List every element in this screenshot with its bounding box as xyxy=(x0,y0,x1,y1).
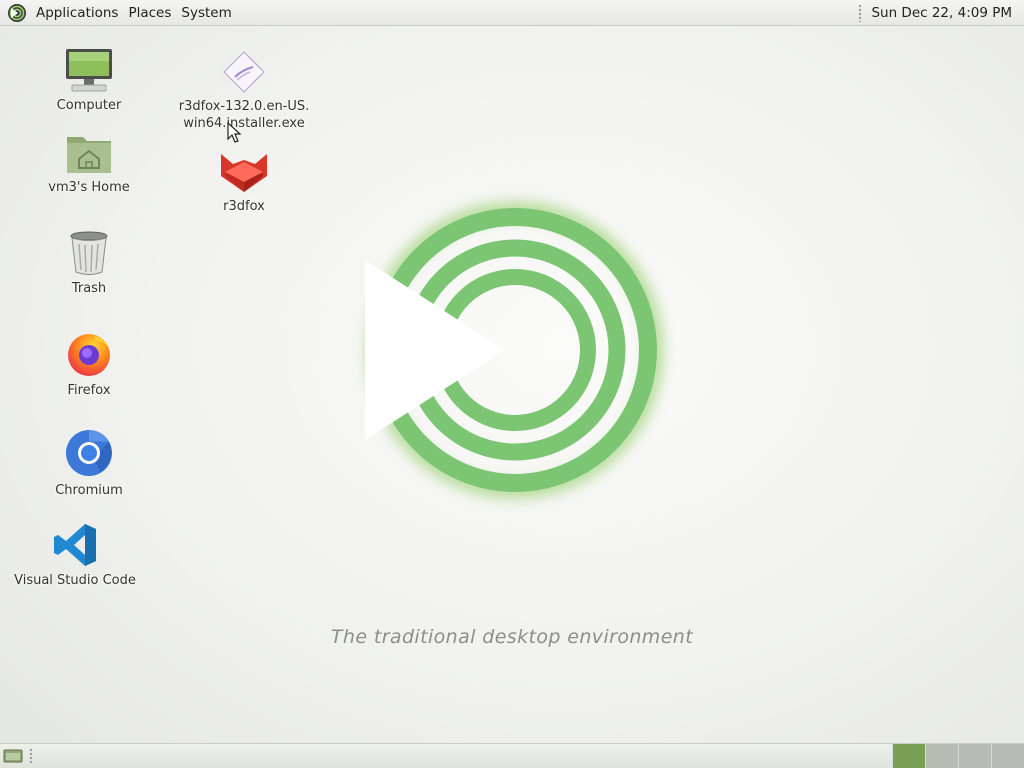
mate-desktop-logo xyxy=(365,202,663,498)
system-menu[interactable]: System xyxy=(176,0,236,26)
clock[interactable]: Sun Dec 22, 4:09 PM xyxy=(871,5,1012,21)
home-folder-icon xyxy=(67,137,111,173)
trash-icon xyxy=(70,231,108,275)
top-panel: Applications Places System Sun Dec 22, 4… xyxy=(0,0,1024,26)
desktop-tagline: The traditional desktop environment xyxy=(330,626,694,648)
desktop-icon-trash[interactable]: Trash xyxy=(19,230,159,297)
desktop-icon-label: r3dfox-132.0.en-US.win64.installer.exe xyxy=(178,99,310,131)
panel-grip-handle[interactable] xyxy=(28,748,34,764)
places-menu[interactable]: Places xyxy=(123,0,176,26)
desktop-icon-label: Visual Studio Code xyxy=(14,573,136,588)
workspace-1[interactable] xyxy=(892,744,925,768)
desktop-icon-home[interactable]: vm3's Home xyxy=(19,131,159,196)
mate-logo-icon[interactable] xyxy=(7,3,27,23)
desktop-icon-vscode[interactable]: Visual Studio Code xyxy=(5,522,145,589)
desktop-icon-chromium[interactable]: Chromium xyxy=(19,428,159,499)
bottom-panel xyxy=(0,743,1024,768)
desktop-icon-firefox[interactable]: Firefox xyxy=(19,330,159,399)
panel-grip-handle[interactable] xyxy=(857,3,864,22)
desktop-icon-label: Firefox xyxy=(67,383,111,398)
firefox-icon xyxy=(68,334,110,376)
installer-file-icon xyxy=(223,51,265,93)
r3dfox-icon xyxy=(221,154,267,192)
chromium-icon xyxy=(66,429,112,476)
desktop-icon-label: Chromium xyxy=(55,483,123,498)
applications-menu[interactable]: Applications xyxy=(31,0,123,26)
desktop-icon-computer[interactable]: Computer xyxy=(19,47,159,114)
desktop-icon-label: r3dfox xyxy=(223,199,265,214)
workspace-switcher xyxy=(892,744,1024,768)
desktop-icon-label: vm3's Home xyxy=(48,180,130,195)
desktop-icon-label: Trash xyxy=(71,281,107,296)
workspace-4[interactable] xyxy=(991,744,1024,768)
desktop-icon-r3dfox[interactable]: r3dfox xyxy=(174,150,314,215)
mouse-cursor-icon xyxy=(227,122,241,143)
workspace-3[interactable] xyxy=(958,744,991,768)
computer-icon xyxy=(66,49,112,92)
workspace-2[interactable] xyxy=(925,744,958,768)
desktop-icon-label: Computer xyxy=(56,98,122,113)
vscode-icon xyxy=(54,524,96,566)
desktop-icon-installer[interactable]: r3dfox-132.0.en-US.win64.installer.exe xyxy=(174,50,314,132)
show-desktop-icon[interactable] xyxy=(3,748,23,764)
